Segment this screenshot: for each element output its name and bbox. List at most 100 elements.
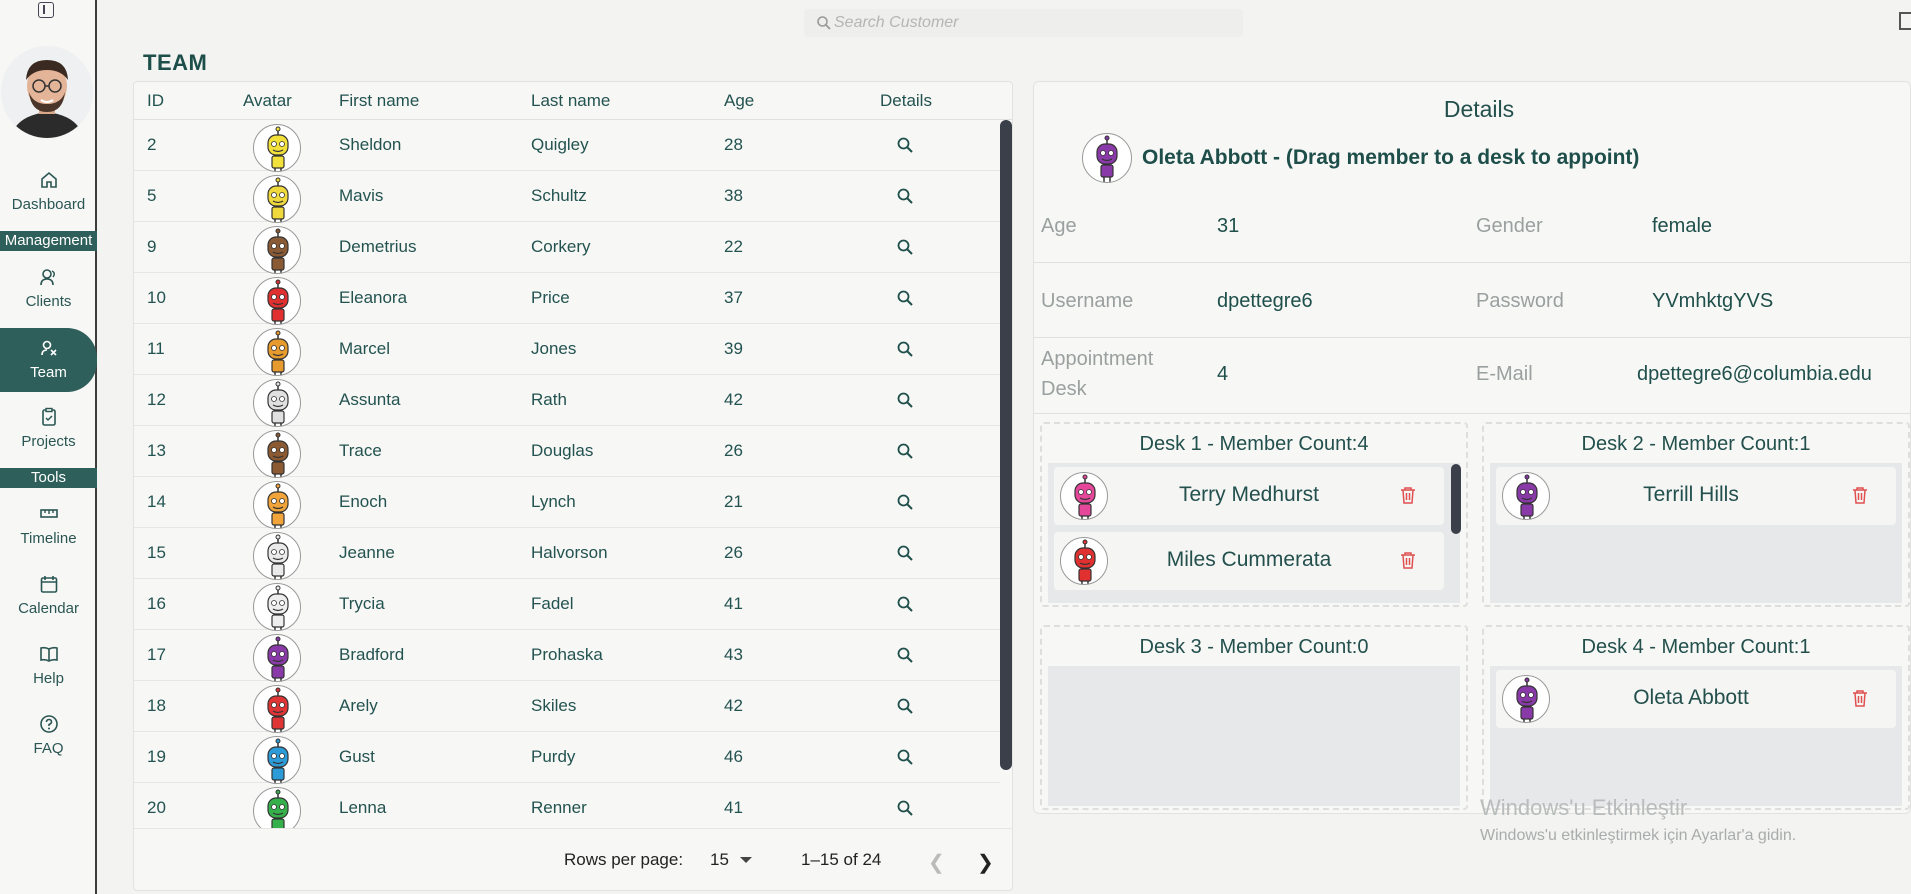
username-value: dpettegre6 — [1217, 290, 1313, 312]
cell-last-name: Halvorson — [531, 543, 608, 562]
table-row[interactable]: 16 Trycia Fadel 41 — [134, 579, 1000, 631]
logout-icon[interactable] — [1899, 12, 1911, 30]
search-icon[interactable] — [896, 697, 914, 715]
table-row[interactable]: 14 Enoch Lynch 21 — [134, 477, 1000, 529]
cell-id: 13 — [147, 441, 166, 460]
search-icon[interactable] — [896, 544, 914, 562]
search-input[interactable] — [834, 13, 1234, 33]
desk-member-card[interactable]: Oleta Abbott — [1496, 670, 1896, 728]
desk-4[interactable]: Desk 4 - Member Count:1 Oleta Abbott — [1482, 625, 1910, 810]
sidebar-item-team[interactable]: Team — [0, 328, 97, 392]
search-icon[interactable] — [896, 136, 914, 154]
table-body: 2 Sheldon Quigley 28 5 Mavis Schultz 38 9 Demetri… — [134, 120, 1000, 828]
table-row[interactable]: 5 Mavis Schultz 38 — [134, 171, 1000, 223]
desk-2[interactable]: Desk 2 - Member Count:1 Terrill Hills — [1482, 422, 1910, 607]
header-age[interactable]: Age — [724, 91, 754, 111]
cell-first-name: Demetrius — [339, 237, 417, 256]
sidebar-item-projects[interactable]: Projects — [0, 407, 97, 450]
cell-last-name: Quigley — [531, 135, 589, 154]
table-row[interactable]: 15 Jeanne Halvorson 26 — [134, 528, 1000, 580]
table-row[interactable]: 20 Lenna Renner 41 — [134, 783, 1000, 828]
desk-title: Desk 2 - Member Count:1 — [1581, 433, 1811, 455]
sidebar-item-help[interactable]: Help — [0, 644, 97, 687]
row-avatar — [253, 736, 301, 784]
info-row-credentials: Username dpettegre6 Password YVmhktgYVS — [1034, 263, 1911, 338]
table-row[interactable]: 9 Demetrius Corkery 22 — [134, 222, 1000, 274]
cell-last-name: Jones — [531, 339, 577, 358]
cell-last-name: Douglas — [531, 441, 594, 460]
table-row[interactable]: 17 Bradford Prohaska 43 — [134, 630, 1000, 682]
table-row[interactable]: 13 Trace Douglas 26 — [134, 426, 1000, 478]
cell-first-name: Marcel — [339, 339, 391, 358]
cell-id: 20 — [147, 798, 166, 817]
sidebar-item-dashboard[interactable]: Dashboard — [0, 170, 97, 213]
search-icon[interactable] — [896, 238, 914, 256]
sidebar-item-label: Team — [30, 364, 67, 381]
chevron-down-icon[interactable] — [740, 857, 752, 863]
desk-member-card[interactable]: Terry Medhurst — [1054, 467, 1444, 525]
sidebar-item-timeline[interactable]: Timeline — [0, 504, 97, 547]
user-avatar[interactable] — [1, 46, 93, 138]
search-icon[interactable] — [896, 748, 914, 766]
team-icon — [40, 340, 57, 356]
search-icon[interactable] — [896, 799, 914, 817]
desk-dropzone[interactable]: Oleta Abbott — [1490, 666, 1902, 806]
header-last-name[interactable]: Last name — [531, 91, 610, 111]
desk-dropzone[interactable]: Terry Medhurst Miles Cummerata — [1048, 463, 1460, 603]
trash-icon[interactable] — [1852, 689, 1868, 707]
sidebar-item-calendar[interactable]: Calendar — [0, 574, 97, 617]
desk-dropzone[interactable]: Terrill Hills — [1490, 463, 1902, 603]
search-icon[interactable] — [896, 391, 914, 409]
row-avatar — [253, 685, 301, 733]
desk-dropzone[interactable] — [1048, 666, 1460, 806]
header-first-name[interactable]: First name — [339, 91, 419, 111]
desk-1[interactable]: Desk 1 - Member Count:4 Terry Medhurst M… — [1040, 422, 1468, 607]
search-icon[interactable] — [896, 442, 914, 460]
search-icon[interactable] — [896, 289, 914, 307]
cell-age: 37 — [724, 288, 743, 307]
table-row[interactable]: 11 Marcel Jones 39 — [134, 324, 1000, 376]
trash-icon[interactable] — [1852, 486, 1868, 504]
sidebar-item-label: Timeline — [20, 530, 77, 547]
member-avatar — [1060, 537, 1108, 585]
search-icon[interactable] — [896, 646, 914, 664]
table-row[interactable]: 18 Arely Skiles 42 — [134, 681, 1000, 733]
cell-id: 17 — [147, 645, 166, 664]
sidebar: Dashboard Management Clients Team Projec… — [0, 0, 97, 894]
trash-icon[interactable] — [1400, 551, 1416, 569]
table-row[interactable]: 19 Gust Purdy 46 — [134, 732, 1000, 784]
header-details[interactable]: Details — [880, 91, 932, 111]
header-id[interactable]: ID — [147, 91, 164, 111]
table-scrollbar[interactable] — [1000, 120, 1012, 770]
table-row[interactable]: 12 Assunta Rath 42 — [134, 375, 1000, 427]
search-icon[interactable] — [896, 187, 914, 205]
desk-3[interactable]: Desk 3 - Member Count:0 — [1040, 625, 1468, 810]
next-page-button[interactable]: ❯ — [977, 850, 994, 875]
desk-member-card[interactable]: Miles Cummerata — [1054, 532, 1444, 590]
cell-age: 43 — [724, 645, 743, 664]
header-avatar[interactable]: Avatar — [243, 91, 292, 111]
sidebar-toggle-icon[interactable] — [38, 2, 54, 18]
gender-label: Gender — [1476, 215, 1543, 237]
sidebar-item-faq[interactable]: FAQ — [0, 714, 97, 757]
search-icon[interactable] — [896, 493, 914, 511]
cell-first-name: Gust — [339, 747, 375, 766]
info-row-desk-email: Appointment Desk 4 E-Mail dpettegre6@col… — [1034, 338, 1911, 414]
trash-icon[interactable] — [1400, 486, 1416, 504]
table-row[interactable]: 10 Eleanora Price 37 — [134, 273, 1000, 325]
desk-member-card[interactable]: Terrill Hills — [1496, 467, 1896, 525]
question-icon — [39, 715, 58, 733]
search-icon[interactable] — [896, 340, 914, 358]
prev-page-button[interactable]: ❮ — [928, 850, 945, 875]
table-row[interactable]: 2 Sheldon Quigley 28 — [134, 120, 1000, 172]
desk-scrollbar[interactable] — [1451, 464, 1461, 534]
sidebar-item-clients[interactable]: Clients — [0, 267, 97, 310]
cell-last-name: Lynch — [531, 492, 576, 511]
cell-last-name: Prohaska — [531, 645, 603, 664]
team-table: ID Avatar First name Last name Age Detai… — [133, 81, 1013, 891]
activation-watermark-text: Windows'u etkinleştirmek için Ayarlar'a … — [1480, 827, 1797, 844]
rows-per-page-select[interactable]: 15 — [710, 850, 729, 870]
search-icon[interactable] — [896, 595, 914, 613]
row-avatar — [253, 583, 301, 631]
section-management: Management — [0, 231, 97, 251]
